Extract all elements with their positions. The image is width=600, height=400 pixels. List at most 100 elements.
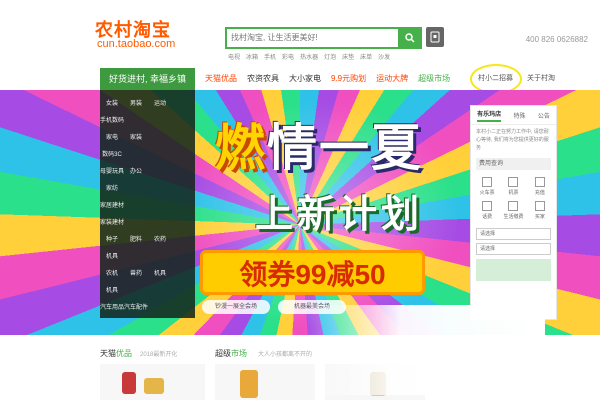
phone-icon — [482, 201, 493, 211]
category-row[interactable]: 种子 肥料 农药 — [100, 230, 195, 247]
hotwords: 电视 冰箱 手机 彩电 热水器 灯泡 床垫 床单 沙发 — [228, 52, 390, 61]
category-row[interactable]: 农机 兽药 机具 — [100, 264, 195, 281]
nav-link-tmall[interactable]: 天猫优品 — [205, 68, 237, 90]
service-label: 话费 — [482, 214, 493, 220]
category-row[interactable]: 家装建材 — [100, 213, 195, 230]
category-item[interactable]: 肥料 — [124, 234, 148, 243]
category-row[interactable]: 家纺 — [100, 179, 195, 196]
category-item[interactable]: 家居建材 — [100, 200, 124, 209]
service-label: 生活缴费 — [503, 214, 524, 220]
section-title-main: 超级 — [215, 349, 231, 358]
search-icon — [405, 33, 415, 43]
nav-link-sports[interactable]: 运动大牌 — [376, 68, 408, 90]
product-image — [240, 370, 258, 398]
hotword[interactable]: 沙发 — [378, 52, 390, 61]
section-title-market[interactable]: 超级市场 — [215, 348, 247, 359]
qr-icon — [430, 31, 440, 43]
nav-link-about[interactable]: 关于村淘 — [527, 68, 555, 90]
category-item[interactable]: 农药 — [148, 234, 172, 243]
category-row[interactable]: 母婴玩具 办公 — [100, 162, 195, 179]
panel-select[interactable]: 请选择 — [476, 243, 551, 255]
category-row[interactable]: 家电 家装 — [100, 128, 195, 145]
user-panel: 有乐玛店 特殊 公告 本村小二正在努力工作中, 请您耐心等待, 我们将为您提供更… — [470, 105, 557, 320]
hotword[interactable]: 手机 — [264, 52, 276, 61]
category-item[interactable]: 男装 — [124, 98, 148, 107]
banner-button-venue[interactable]: 钞漫一展全会场 — [202, 300, 270, 314]
category-item[interactable]: 汽车用品 — [100, 302, 124, 311]
hotword[interactable]: 灯泡 — [324, 52, 336, 61]
product-image — [144, 378, 164, 394]
panel-tabs: 有乐玛店 特殊 公告 — [471, 106, 556, 125]
category-row[interactable]: 机具 — [100, 281, 195, 298]
category-item[interactable]: 兽药 — [124, 268, 148, 277]
service-label: 买家 — [534, 214, 545, 220]
panel-tab-notice[interactable]: 公告 — [538, 111, 550, 120]
category-item[interactable]: 家装 — [124, 132, 148, 141]
category-row[interactable]: 机具 — [100, 247, 195, 264]
hotword[interactable]: 彩电 — [282, 52, 294, 61]
product-card[interactable] — [215, 364, 315, 400]
service-phone[interactable]: 话费 — [476, 201, 498, 221]
panel-tab-special[interactable]: 特殊 — [513, 111, 525, 120]
section-title-tmall[interactable]: 天猫优品 — [100, 348, 132, 359]
category-row[interactable]: 数码3C — [100, 145, 195, 162]
coupon-banner[interactable]: 领券99减50 — [200, 250, 425, 295]
category-item[interactable]: 母婴玩具 — [100, 166, 124, 175]
service-train[interactable]: 火车票 — [476, 177, 498, 197]
nav-link-99[interactable]: 9.9元购划 — [331, 68, 366, 90]
panel-notice: 本村小二正在努力工作中, 请您耐心等待, 我们将为您提供更好的服务 — [476, 129, 549, 151]
category-item[interactable]: 汽车配件 — [124, 302, 148, 311]
search-input[interactable]: 找村淘宝, 让生活更美好! — [225, 27, 401, 49]
service-flight[interactable]: 机票 — [502, 177, 524, 197]
user-icon — [534, 201, 545, 211]
hotword[interactable]: 冰箱 — [246, 52, 258, 61]
faded-overlay — [305, 305, 545, 395]
category-item[interactable]: 运动 — [148, 98, 172, 107]
bill-icon — [508, 201, 519, 211]
product-image — [122, 372, 136, 394]
page-shell: 农村淘宝 cun.taobao.com 找村淘宝, 让生活更美好! 电视 冰箱 … — [0, 0, 600, 400]
category-item[interactable]: 数码3C — [100, 149, 124, 158]
logo-subtitle[interactable]: cun.taobao.com — [97, 38, 175, 50]
category-row[interactable]: 家居建材 — [100, 196, 195, 213]
nav-link-appliances[interactable]: 大小家电 — [289, 68, 321, 90]
section-subtitle: 大人小孩都离不开的 — [258, 352, 313, 358]
product-card[interactable] — [100, 364, 205, 400]
service-recharge[interactable]: 充值 — [529, 177, 551, 197]
panel-promo[interactable] — [476, 259, 551, 281]
category-item[interactable]: 家电 — [100, 132, 124, 141]
category-item[interactable]: 机具 — [100, 251, 124, 260]
plane-icon — [508, 177, 519, 187]
category-sidebar: 女装 男装 运动 手机数码 家电 家装 数码3C 母婴玩具 办公 家纺 家居建材 家装建… — [100, 90, 195, 318]
hotword[interactable]: 床垫 — [342, 52, 354, 61]
category-row[interactable]: 手机数码 — [100, 111, 195, 128]
hotword[interactable]: 床单 — [360, 52, 372, 61]
section-title-accent: 市场 — [231, 349, 247, 358]
category-menu-header[interactable]: 好货进村, 幸福乡镇 — [100, 68, 195, 90]
category-row[interactable]: 女装 男装 运动 — [100, 94, 195, 111]
panel-tab-store[interactable]: 有乐玛店 — [477, 109, 502, 122]
qr-button[interactable] — [426, 27, 444, 47]
panel-select[interactable]: 请选择 — [476, 228, 551, 240]
hotword[interactable]: 热水器 — [300, 52, 318, 61]
category-item[interactable]: 手机数码 — [100, 115, 124, 124]
train-icon — [482, 177, 493, 187]
category-item[interactable]: 办公 — [124, 166, 148, 175]
category-item[interactable]: 家装建材 — [100, 217, 124, 226]
nav-link-agri[interactable]: 农资农具 — [247, 68, 279, 90]
category-item[interactable]: 农机 — [100, 268, 124, 277]
headline-accent: 燃 — [215, 120, 267, 176]
category-row[interactable]: 汽车用品 汽车配件 — [100, 298, 195, 315]
category-item[interactable]: 女装 — [100, 98, 124, 107]
category-item[interactable]: 种子 — [100, 234, 124, 243]
service-bills[interactable]: 生活缴费 — [502, 201, 524, 221]
search-button[interactable] — [398, 27, 422, 49]
section-title-accent: 优品 — [116, 349, 132, 358]
hotword[interactable]: 电视 — [228, 52, 240, 61]
service-buyer[interactable]: 买家 — [529, 201, 551, 221]
category-item[interactable]: 机具 — [100, 285, 124, 294]
category-item[interactable]: 机具 — [148, 268, 172, 277]
panel-fee-query[interactable]: 费用查询 — [476, 158, 551, 170]
nav-link-market[interactable]: 超级市场 — [418, 68, 450, 90]
category-item[interactable]: 家纺 — [100, 183, 124, 192]
